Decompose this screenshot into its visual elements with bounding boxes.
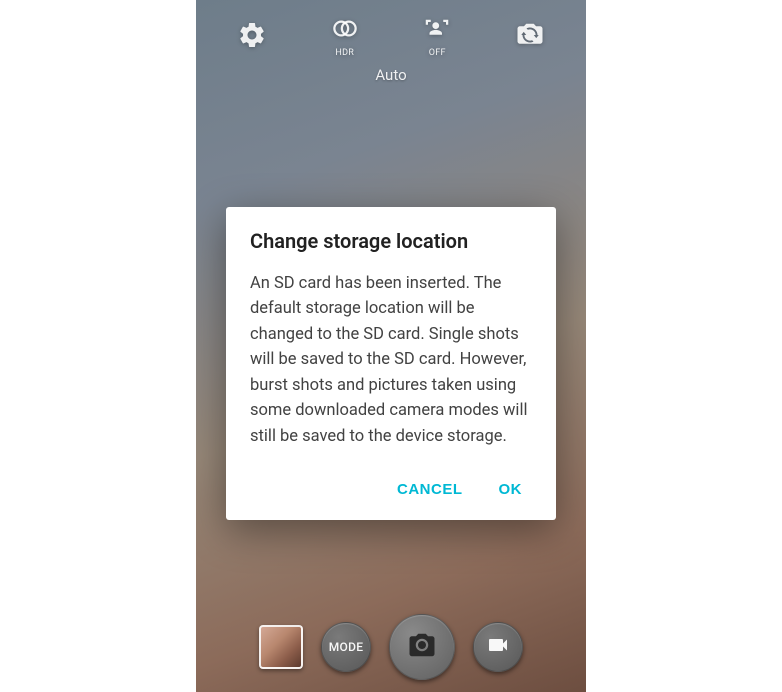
camera-app-screen: HDR OFF Auto MODE [196,0,586,692]
cancel-button[interactable]: CANCEL [393,473,467,506]
ok-button[interactable]: OK [495,473,527,506]
change-storage-dialog: Change storage location An SD card has b… [226,207,556,521]
dialog-overlay: Change storage location An SD card has b… [196,0,586,692]
dialog-button-row: CANCEL OK [250,473,532,506]
dialog-title: Change storage location [250,229,532,253]
dialog-body: An SD card has been inserted. The defaul… [250,271,532,450]
